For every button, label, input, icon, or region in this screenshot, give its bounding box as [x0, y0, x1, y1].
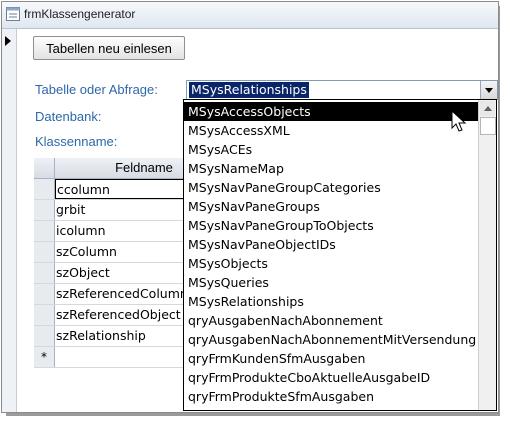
new-record-marker: *	[34, 347, 55, 367]
row-selector[interactable]	[34, 305, 55, 325]
combobox-dropdown-button[interactable]	[480, 81, 497, 99]
record-selector[interactable]	[2, 29, 17, 412]
row-selector[interactable]	[34, 200, 55, 220]
dropdown-option[interactable]: MSysNameMap	[188, 159, 478, 178]
scroll-thumb[interactable]	[480, 117, 496, 135]
dropdown-option[interactable]: MSysACEs	[188, 140, 478, 159]
table-combobox[interactable]: MSysRelationships	[186, 80, 498, 100]
feldname-cell[interactable]: szObject	[56, 263, 110, 283]
row-selector[interactable]	[34, 326, 55, 346]
row-selector[interactable]	[34, 179, 55, 199]
current-record-arrow-icon	[5, 36, 11, 46]
dropdown-option[interactable]: MSysAccessXML	[188, 121, 478, 140]
row-selector[interactable]	[34, 242, 55, 262]
chevron-up-icon	[483, 106, 492, 111]
mouse-pointer-icon	[451, 110, 467, 132]
feldname-cell[interactable]: icolumn	[56, 221, 106, 241]
dropdown-option[interactable]: MSysNavPaneObjectIDs	[188, 235, 478, 254]
dropdown-option[interactable]: MSysNavPaneGroupCategories	[188, 178, 478, 197]
table-label: Tabelle oder Abfrage:	[35, 82, 158, 97]
dropdown-option[interactable]: MSysRelationships	[188, 292, 478, 311]
feldname-cell[interactable]: szReferencedColumn	[56, 284, 188, 304]
dropdown-option[interactable]: MSysNavPaneGroupToObjects	[188, 216, 478, 235]
dropdown-scrollbar[interactable]	[478, 100, 496, 410]
row-selector[interactable]	[34, 221, 55, 241]
form-icon	[6, 7, 20, 21]
dropdown-option[interactable]: MSysAccessObjects	[184, 102, 480, 121]
dropdown-option[interactable]: MSysQueries	[188, 273, 478, 292]
dropdown-option[interactable]: MSysObjects	[188, 254, 478, 273]
title-bar[interactable]: frmKlassengenerator	[2, 2, 498, 29]
select-all-corner[interactable]	[34, 158, 55, 178]
classname-label: Klassenname:	[35, 134, 118, 149]
reload-tables-button[interactable]: Tabellen neu einlesen	[33, 36, 185, 60]
feldname-cell[interactable]: grbit	[56, 200, 85, 220]
dropdown-option[interactable]: qryFrmKundenSfmAusgaben	[188, 349, 478, 368]
dropdown-option[interactable]: qryFrmProdukteSfmAusgaben	[188, 387, 478, 406]
dropdown-option[interactable]: qryAusgabenNachAbonnementMitVersendung	[188, 330, 478, 349]
feldname-cell[interactable]: szColumn	[56, 242, 117, 262]
row-selector[interactable]	[34, 284, 55, 304]
dropdown-option[interactable]: qryAusgabenNachAbonnement	[188, 311, 478, 330]
row-selector[interactable]	[34, 263, 55, 283]
table-dropdown-list[interactable]: MSysAccessObjects MSysAccessXML MSysACEs MS…	[183, 99, 497, 411]
window-title: frmKlassengenerator	[24, 7, 136, 21]
dropdown-option[interactable]: qryFrmProdukteCboAktuelleAusgabeID	[188, 368, 478, 387]
database-label: Datenbank:	[35, 109, 102, 124]
table-combobox-value: MSysRelationships	[189, 82, 309, 98]
feldname-cell[interactable]: szRelationship	[56, 326, 146, 346]
feldname-cell[interactable]: szReferencedObject	[56, 305, 181, 325]
scroll-up-button[interactable]	[480, 101, 495, 116]
dropdown-option[interactable]: MSysNavPaneGroups	[188, 197, 478, 216]
chevron-down-icon	[485, 87, 493, 93]
